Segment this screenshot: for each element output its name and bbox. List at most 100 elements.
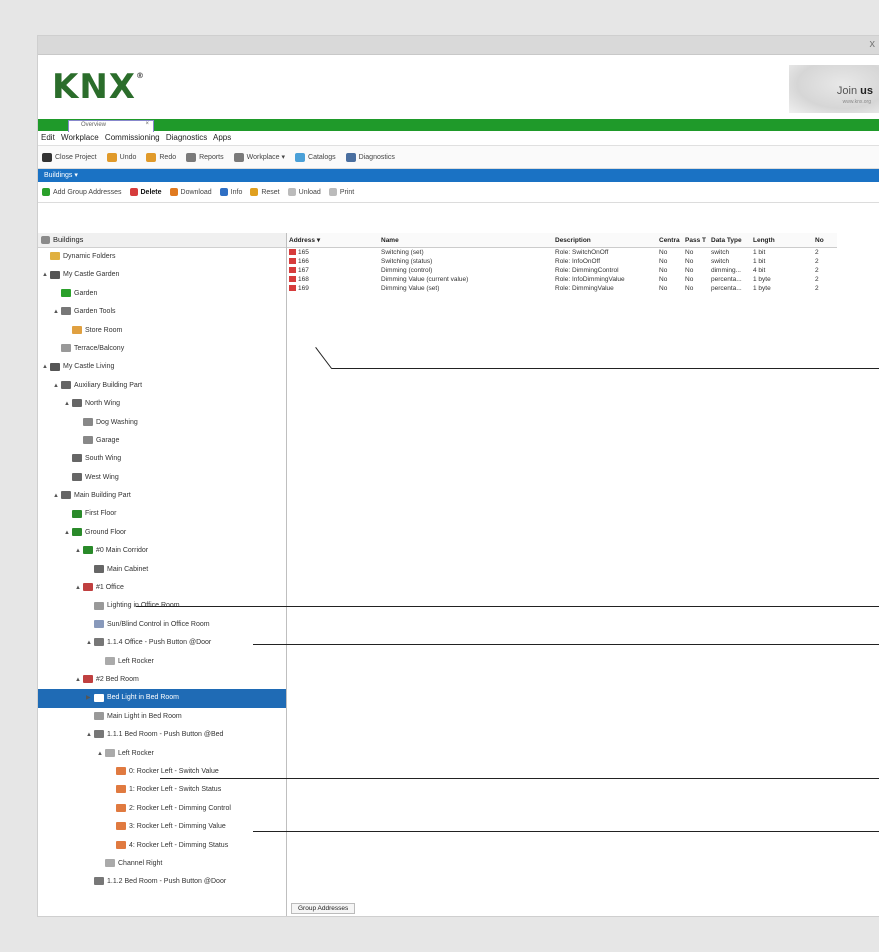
toolbar-catalogs-button[interactable]: Catalogs: [295, 152, 336, 162]
expand-toggle-icon[interactable]: ▶: [86, 689, 94, 707]
tree-item[interactable]: ▲ My Castle Garden: [38, 266, 286, 284]
table-row[interactable]: 169 Dimming Value (set) Role: DimmingValue…: [287, 284, 837, 293]
tree-node-icon: [83, 546, 93, 555]
table-row[interactable]: 167 Dimming (control) Role: DimmingControl…: [287, 266, 837, 275]
tree-item[interactable]: ▲ #1 Office: [38, 579, 286, 597]
tree-item[interactable]: ▲ Auxiliary Building Part: [38, 377, 286, 395]
panel-title[interactable]: Buildings ▾: [44, 172, 78, 179]
column-header-name[interactable]: Name: [379, 233, 553, 248]
tree-item[interactable]: Sun/Blind Control in Office Room: [38, 616, 286, 634]
column-header-data-type[interactable]: Data Type: [709, 233, 751, 248]
tree-item[interactable]: ▲ #2 Bed Room: [38, 671, 286, 689]
tree-item[interactable]: ▲ North Wing: [38, 395, 286, 413]
tree-item[interactable]: ▲ 1.1.1 Bed Room - Push Button @Bed: [38, 726, 286, 744]
expand-toggle-icon[interactable]: ▲: [42, 266, 50, 284]
column-header-pass-t[interactable]: Pass T: [683, 233, 709, 248]
toolbar-close-project-button[interactable]: Close Project: [42, 152, 97, 162]
info-button[interactable]: Info: [219, 188, 242, 196]
tree-node-icon: [94, 693, 104, 702]
tree-item[interactable]: South Wing: [38, 450, 286, 468]
expand-toggle-icon[interactable]: ▲: [75, 579, 83, 597]
tree-item[interactable]: Dog Washing: [38, 414, 286, 432]
tree-item[interactable]: Terrace/Balcony: [38, 340, 286, 358]
tree-item[interactable]: West Wing: [38, 469, 286, 487]
cell-value: switch: [711, 258, 730, 265]
toolbar-redo-button[interactable]: Redo: [146, 152, 176, 162]
tree-item[interactable]: ▲ 1.1.4 Office - Push Button @Door: [38, 634, 286, 652]
column-header-length[interactable]: Length: [751, 233, 813, 248]
table-row[interactable]: 168 Dimming Value (current value) Role: In…: [287, 275, 837, 284]
table-cell: 1 bit: [751, 248, 813, 258]
toolbar-diagnostics-button[interactable]: Diagnostics: [345, 152, 395, 162]
menu-workplace[interactable]: Workplace: [61, 133, 99, 142]
expand-toggle-icon[interactable]: ▲: [86, 726, 94, 744]
tree-item[interactable]: ▲ Left Rocker: [38, 745, 286, 763]
reset-button[interactable]: Reset: [250, 188, 280, 196]
tab-overview[interactable]: Overview ×: [68, 120, 154, 132]
title-bar: x: [38, 36, 879, 55]
unload-button[interactable]: Unload: [287, 188, 321, 196]
tree-item[interactable]: ▲ #0 Main Corridor: [38, 542, 286, 560]
tree-item[interactable]: ▲ My Castle Living: [38, 358, 286, 376]
expand-toggle-icon[interactable]: ▲: [53, 303, 61, 321]
menu-commissioning[interactable]: Commissioning: [105, 133, 160, 142]
tree-node-icon: [116, 840, 126, 849]
tree-item[interactable]: Channel Right: [38, 855, 286, 873]
expand-toggle-icon[interactable]: ▲: [97, 745, 105, 763]
column-header-description[interactable]: Description: [553, 233, 657, 248]
tree-item[interactable]: Garage: [38, 432, 286, 450]
tab-group-addresses[interactable]: Group Addresses: [291, 903, 356, 914]
tree-item[interactable]: ▲ Garden Tools: [38, 303, 286, 321]
expand-toggle-icon[interactable]: ▲: [64, 524, 72, 542]
tree-item[interactable]: ▲ Main Building Part: [38, 487, 286, 505]
tree-item[interactable]: ▲ Ground Floor: [38, 524, 286, 542]
join-us-banner[interactable]: Join us www.knx.org: [789, 65, 879, 113]
table-cell: No: [657, 275, 683, 284]
tree-item[interactable]: 2: Rocker Left - Dimming Control: [38, 800, 286, 818]
tree-item[interactable]: 1.1.2 Bed Room - Push Button @Door: [38, 873, 286, 891]
tab-close-icon[interactable]: ×: [145, 121, 149, 127]
cell-value: Role: DimmingValue: [555, 285, 614, 292]
download-button[interactable]: Download: [169, 188, 212, 196]
tree-item[interactable]: Dynamic Folders: [38, 248, 286, 266]
cell-value: Role: InfoOnOff: [555, 258, 601, 265]
tree-item[interactable]: 3: Rocker Left - Dimming Value: [38, 818, 286, 836]
delete-button[interactable]: Delete: [129, 188, 162, 196]
add-group-addresses-button[interactable]: Add Group Addresses: [42, 188, 122, 196]
column-header-address[interactable]: Address ▾: [287, 233, 379, 248]
tree-item[interactable]: Store Room: [38, 322, 286, 340]
tree-item[interactable]: Main Cabinet: [38, 561, 286, 579]
expand-toggle-icon[interactable]: ▲: [64, 395, 72, 413]
print-button[interactable]: Print: [328, 188, 354, 196]
tree-item[interactable]: First Floor: [38, 505, 286, 523]
tree-item[interactable]: 1: Rocker Left - Switch Status: [38, 781, 286, 799]
menu-apps[interactable]: Apps: [213, 133, 231, 142]
menu-edit[interactable]: Edit: [41, 133, 55, 142]
toolbar-label: Reports: [199, 153, 224, 161]
tree-item[interactable]: Main Light in Bed Room: [38, 708, 286, 726]
expand-toggle-icon[interactable]: ▲: [53, 487, 61, 505]
expand-toggle-icon[interactable]: ▲: [86, 634, 94, 652]
tree-item-label: #2 Bed Room: [96, 675, 139, 683]
toolbar-workplace-button[interactable]: Workplace ▾: [233, 152, 285, 162]
expand-toggle-icon[interactable]: ▲: [75, 671, 83, 689]
expand-toggle-icon[interactable]: ▲: [42, 358, 50, 376]
column-header-centra[interactable]: Centra: [657, 233, 683, 248]
column-header-no[interactable]: No: [813, 233, 837, 248]
tree-item[interactable]: Left Rocker: [38, 653, 286, 671]
tree-item[interactable]: 4: Rocker Left - Dimming Status: [38, 837, 286, 855]
delete-icon: [129, 188, 138, 196]
tree-item[interactable]: Garden: [38, 285, 286, 303]
cell-value: percenta...: [711, 276, 742, 283]
toolbar-reports-button[interactable]: Reports: [186, 152, 224, 162]
callout-line-dimming-control: [253, 831, 879, 832]
table-row[interactable]: 165 Switching (set) Role: SwitchOnOff No No s…: [287, 248, 837, 258]
menu-diagnostics[interactable]: Diagnostics: [166, 133, 207, 142]
table-row[interactable]: 166 Switching (status) Role: InfoOnOff No No…: [287, 257, 837, 266]
expand-toggle-icon[interactable]: ▲: [53, 377, 61, 395]
close-window-button[interactable]: x: [870, 38, 876, 50]
expand-toggle-icon[interactable]: ▲: [75, 542, 83, 560]
tree-item[interactable]: ▶ Bed Light in Bed Room: [38, 689, 286, 708]
callout-line-left-rocker: [160, 778, 879, 779]
toolbar-undo-button[interactable]: Undo: [106, 152, 136, 162]
